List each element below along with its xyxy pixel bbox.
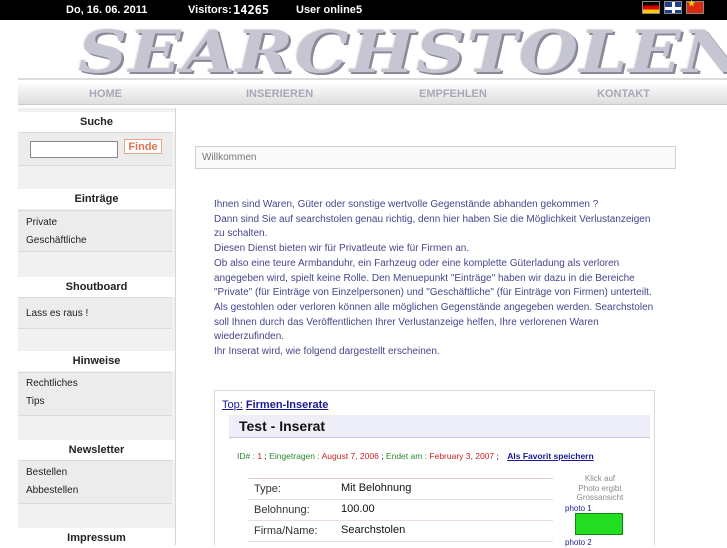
german-flag-icon[interactable] (642, 1, 660, 14)
detail-row: Belohnung: 100.00 (248, 500, 553, 521)
newsletter-section-title: Newsletter (18, 440, 175, 460)
hinweise-section: Rechtliches Tips (18, 372, 172, 416)
shoutboard-section-title: Shoutboard (18, 277, 175, 297)
nav-home[interactable]: HOME (89, 88, 122, 100)
listing-created-value: August 7, 2006 (321, 451, 379, 461)
detail-key: Firma/Name: (254, 525, 318, 537)
shoutboard-section: Lass es raus ! (18, 297, 172, 329)
photo-hint-line: Photo ergibt (578, 483, 622, 493)
search-button[interactable]: Finde (124, 139, 162, 154)
entries-section-title: Einträge (18, 189, 175, 209)
photo-1-label[interactable]: photo 1 (565, 504, 635, 513)
photo-hint: Klick auf Photo ergibt Grossansicht (565, 474, 635, 503)
listing-title-bar: Test - Inserat (229, 415, 650, 438)
entries-section: Private Geschäftliche (18, 210, 172, 252)
sidebar-item-rechtliches[interactable]: Rechtliches (26, 378, 78, 389)
welcome-title: Willkommen (202, 152, 257, 163)
visitors-count: 14265 (233, 3, 270, 17)
sidebar-item-abbestellen[interactable]: Abbestellen (26, 485, 78, 496)
listing-meta: ID# : 1 ; Eingetragen : August 7, 2006 ;… (237, 451, 594, 461)
hinweise-section-title: Hinweise (18, 351, 175, 371)
listing-ends-value: February 3, 2007 (429, 451, 495, 461)
sidebar-item-bestellen[interactable]: Bestellen (26, 467, 67, 478)
users-online-label: User online: (296, 4, 360, 16)
intro-paragraph: Ob also eine teure Armbanduhr, ein Farhz… (214, 257, 652, 299)
search-section-title: Suche (18, 112, 175, 132)
sidebar-item-tips[interactable]: Tips (26, 396, 45, 407)
visitors-label: Visitors: (188, 4, 232, 16)
intro-paragraph: Diesen Dienst bieten wir für Privatleute… (214, 243, 470, 255)
photo-1-thumbnail[interactable] (575, 512, 623, 535)
sidebar: Suche Einträge Private Geschäftliche Sho… (18, 108, 176, 548)
photo-column: Klick auf Photo ergibt Grossansicht phot… (565, 474, 635, 547)
listing-details-table: Type: Mit Belohnung Belohnung: 100.00 Fi… (248, 478, 553, 542)
detail-key: Type: (254, 483, 281, 495)
breadcrumb: Top: Firmen-Inserate (222, 399, 328, 411)
current-date: Do, 16. 06. 2011 (66, 4, 148, 16)
nav-inserieren[interactable]: INSERIEREN (246, 88, 313, 100)
photo-2-label[interactable]: photo 2 (565, 538, 635, 547)
sidebar-item-geschaeftliche[interactable]: Geschäftliche (26, 235, 87, 246)
listing-created-label: Eingetragen : (269, 451, 320, 461)
sidebar-item-shoutboard[interactable]: Lass es raus ! (26, 308, 88, 319)
uk-flag-icon[interactable] (664, 1, 682, 14)
site-logo[interactable]: SEARCHSTOLEN (78, 18, 727, 86)
intro-paragraph: Als gestohlen oder verloren können alle … (214, 301, 654, 343)
listing-title: Test - Inserat (239, 418, 326, 434)
photo-hint-line: Grossansicht (576, 493, 624, 502)
intro-paragraph: Ihnen sind Waren, Güter oder sonstige we… (214, 199, 599, 210)
photo-hint-line: Klick auf (584, 474, 616, 483)
sidebar-item-private[interactable]: Private (26, 217, 57, 228)
welcome-header: Willkommen (195, 146, 676, 169)
detail-row: Firma/Name: Searchstolen (248, 521, 553, 542)
impressum-section-title[interactable]: Impressum (18, 528, 175, 548)
search-input[interactable] (30, 141, 118, 158)
china-flag-icon[interactable] (686, 0, 704, 14)
detail-key: Belohnung: (254, 504, 310, 516)
detail-value: Mit Belohnung (341, 482, 412, 494)
breadcrumb-top-link[interactable]: Top: (222, 399, 243, 411)
header-banner: SEARCHSTOLEN (18, 18, 727, 86)
intro-paragraph: Dann sind Sie auf searchstolen genau ric… (214, 213, 651, 240)
top-info-bar: Do, 16. 06. 2011 Visitors: 14265 User on… (0, 0, 727, 20)
listing-id-value: 1 (257, 451, 263, 461)
users-online-count: 5 (356, 4, 363, 16)
nav-kontakt[interactable]: KONTAKT (597, 88, 650, 100)
detail-value: 100.00 (341, 503, 375, 515)
nav-empfehlen[interactable]: EMPFEHLEN (419, 88, 487, 100)
listing-id-label: ID# : (237, 451, 255, 461)
detail-value: Searchstolen (341, 524, 406, 536)
save-favorite-link[interactable]: Als Favorit speichern (507, 451, 593, 461)
listing-ends-label: Endet am : (385, 451, 428, 461)
breadcrumb-category-link[interactable]: Firmen-Inserate (246, 399, 329, 411)
detail-row: Type: Mit Belohnung (248, 479, 553, 500)
intro-paragraph: Ihr Inserat wird, wie folgend dargestell… (214, 346, 440, 358)
newsletter-section: Bestellen Abbestellen (18, 460, 172, 504)
intro-text: Ihnen sind Waren, Güter oder sonstige we… (214, 198, 659, 360)
main-navigation: HOME INSERIEREN EMPFEHLEN KONTAKT (18, 84, 727, 105)
